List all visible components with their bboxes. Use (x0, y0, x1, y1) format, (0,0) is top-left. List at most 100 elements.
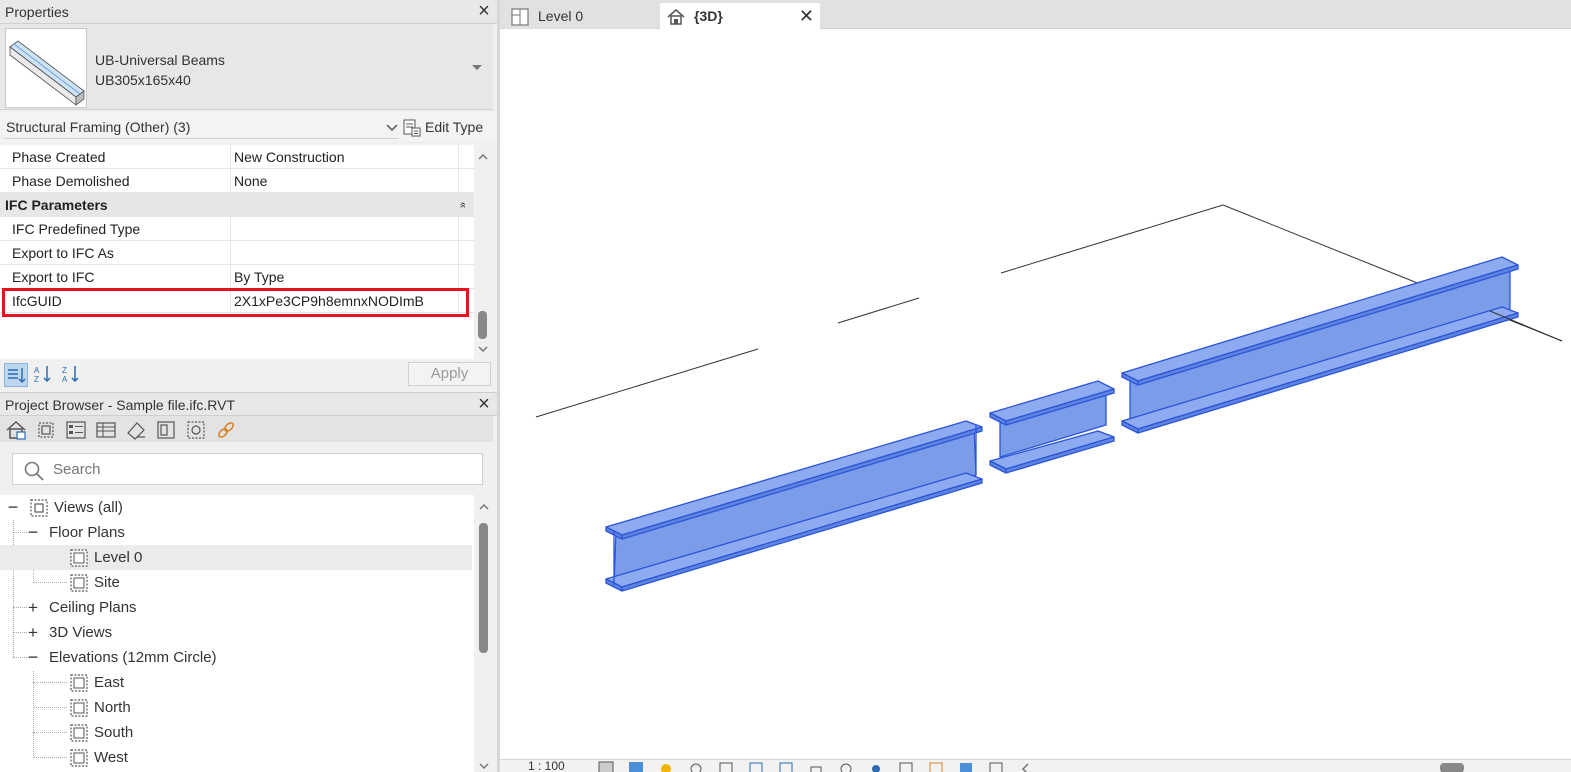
tree-node-ceiling-plans[interactable]: + Ceiling Plans (0, 595, 470, 620)
search-input[interactable] (53, 458, 473, 480)
sort-ascending-button[interactable]: A Z (32, 363, 56, 387)
elevation-view-icon (70, 699, 88, 717)
tree-label: Floor Plans (49, 524, 125, 541)
tree-node-elevations[interactable]: − Elevations (12mm Circle) (0, 645, 470, 670)
lock-3d-icon[interactable] (808, 761, 824, 772)
beam-element[interactable] (989, 380, 1115, 474)
constraints-icon[interactable] (988, 761, 1004, 772)
property-row[interactable]: Phase Created New Construction (0, 145, 474, 169)
collapse-minus-icon[interactable]: − (27, 520, 39, 545)
temp-hide-icon[interactable] (838, 761, 854, 772)
worksharing-icon[interactable] (898, 761, 914, 772)
reveal-hidden-icon[interactable] (868, 761, 884, 772)
revit-links-icon[interactable] (215, 419, 237, 441)
tree-node-floor-plans[interactable]: − Floor Plans (0, 520, 470, 545)
schedules-icon[interactable] (95, 419, 117, 441)
browser-scrollbar[interactable] (475, 495, 493, 772)
highlight-displacement-icon[interactable] (958, 761, 974, 772)
left-panel: Properties × UB-Universal Beams UB305x16… (0, 0, 497, 772)
scroll-down-icon[interactable] (477, 343, 489, 355)
ifc-parameters-group[interactable]: IFC Parameters » (0, 193, 474, 217)
category-filter-select[interactable]: Structural Framing (Other) (3) (4, 115, 399, 139)
detail-level-icon[interactable] (598, 761, 614, 772)
views-icon (30, 499, 48, 517)
collapse-minus-icon[interactable]: − (27, 645, 39, 670)
sort-descending-button[interactable]: Z A (60, 363, 84, 387)
expand-plus-icon[interactable]: + (27, 620, 39, 645)
scroll-up-icon[interactable] (478, 501, 490, 513)
property-value[interactable] (230, 241, 458, 265)
scroll-up-icon[interactable] (477, 151, 489, 163)
scroll-left-icon[interactable] (1018, 761, 1034, 772)
tree-node-views-all[interactable]: − Views (all) (0, 495, 470, 520)
tree-node-west[interactable]: West (0, 745, 470, 770)
tree-node-3d-views[interactable]: + 3D Views (0, 620, 470, 645)
property-value[interactable]: By Type (230, 265, 458, 289)
expand-plus-icon[interactable]: + (27, 595, 39, 620)
type-dropdown-icon[interactable] (470, 60, 484, 74)
tree-node-site[interactable]: Site (0, 570, 470, 595)
show-crop-icon[interactable] (778, 761, 794, 772)
collapse-icon[interactable]: » (451, 202, 474, 208)
sheets-icon[interactable] (125, 419, 147, 441)
edit-type-button[interactable]: Edit Type (403, 115, 483, 139)
tree-node-east[interactable]: East (0, 670, 470, 695)
properties-scrollbar[interactable] (474, 145, 492, 359)
sort-az-icon: A Z (34, 366, 51, 384)
views-icon[interactable] (35, 419, 57, 441)
legends-icon[interactable] (65, 419, 87, 441)
properties-title: Properties (5, 4, 69, 20)
property-row[interactable]: Export to IFC By Type (0, 265, 474, 289)
categorized-sort-button[interactable] (4, 363, 28, 387)
analytical-model-icon[interactable] (928, 761, 944, 772)
property-row[interactable]: Export to IFC As (0, 241, 474, 265)
view-tab-bar: Level 0 {3D} ✕ (500, 0, 1571, 29)
collapse-minus-icon[interactable]: − (7, 495, 19, 520)
type-selector[interactable]: UB-Universal Beams UB305x165x40 (0, 24, 493, 110)
horizontal-scroll-thumb[interactable] (1440, 763, 1464, 772)
3d-viewport[interactable] (500, 29, 1571, 759)
model-view-canvas[interactable] (500, 29, 1571, 759)
beam-element[interactable] (1121, 256, 1519, 434)
home-icon[interactable] (5, 419, 27, 441)
chevron-down-icon (386, 124, 398, 132)
svg-text:A: A (34, 366, 40, 375)
property-key: Export to IFC As (12, 245, 114, 261)
families-icon[interactable] (155, 419, 177, 441)
browser-search[interactable] (12, 453, 483, 485)
beam-element[interactable] (605, 420, 983, 592)
tree-label: West (94, 749, 128, 766)
category-label: Structural Framing (Other) (3) (6, 119, 191, 135)
property-key: IFC Predefined Type (12, 221, 141, 237)
shadows-icon[interactable] (688, 761, 704, 772)
render-icon[interactable] (718, 761, 734, 772)
visual-style-icon[interactable] (628, 761, 644, 772)
category-row: Structural Framing (Other) (3) Edit Type (0, 112, 497, 142)
sun-path-icon[interactable] (658, 761, 674, 772)
tree-label: East (94, 674, 125, 691)
property-value[interactable]: New Construction (230, 145, 458, 169)
project-browser-close-icon[interactable]: × (475, 394, 493, 414)
svg-text:Z: Z (62, 366, 67, 375)
close-icon[interactable]: ✕ (799, 3, 814, 29)
tree-node-north[interactable]: North (0, 695, 470, 720)
tab-level-0[interactable]: Level 0 (504, 3, 656, 29)
property-value[interactable] (230, 217, 458, 241)
project-browser-tree: − Views (all) − Floor Plans Level 0 Site… (0, 495, 474, 772)
tree-node-level-0[interactable]: Level 0 (0, 545, 472, 570)
property-row[interactable]: IFC Predefined Type (0, 217, 474, 241)
scroll-thumb[interactable] (479, 523, 488, 653)
scroll-down-icon[interactable] (478, 760, 490, 772)
view-scale[interactable]: 1 : 100 (528, 760, 565, 772)
property-row[interactable]: Phase Demolished None (0, 169, 474, 193)
properties-close-icon[interactable]: × (475, 1, 493, 21)
groups-icon[interactable] (185, 419, 207, 441)
tab-3d[interactable]: {3D} ✕ (660, 3, 820, 29)
property-value[interactable]: None (230, 169, 458, 193)
apply-button[interactable]: Apply (408, 362, 491, 386)
tree-label: Views (all) (54, 499, 123, 516)
scroll-thumb[interactable] (478, 311, 487, 339)
crop-view-icon[interactable] (748, 761, 764, 772)
svg-text:Z: Z (34, 375, 39, 384)
tree-node-south[interactable]: South (0, 720, 470, 745)
